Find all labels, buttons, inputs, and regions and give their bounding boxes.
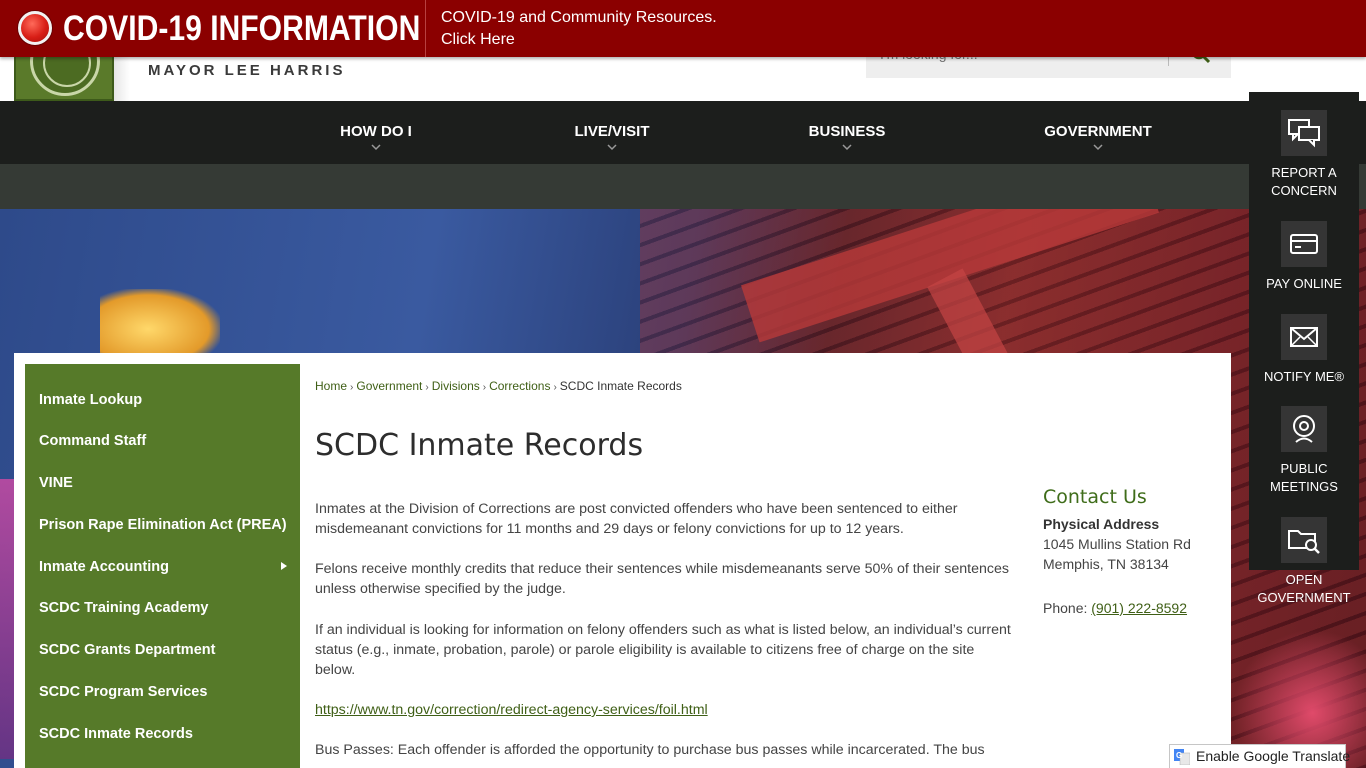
contact-phone: Phone: (901) 222-8592 <box>1043 600 1188 616</box>
contact-address-line1: 1045 Mullins Station Rd <box>1043 536 1191 552</box>
rail-report-concern[interactable]: REPORT A CONCERN <box>1249 110 1359 200</box>
sidebar-item-inmate-accounting[interactable]: Inmate Accounting <box>39 559 169 575</box>
paragraph-bus-passes: Bus Passes: Each offender is afforded th… <box>315 742 985 758</box>
breadcrumb-home[interactable]: Home <box>315 379 347 393</box>
breadcrumb-corrections[interactable]: Corrections <box>489 379 550 393</box>
nav-business[interactable]: BUSINESS <box>797 101 897 164</box>
chevron-down-icon <box>842 144 852 151</box>
sidebar-item-training-academy[interactable]: SCDC Training Academy <box>39 600 208 616</box>
sidebar-item-prea[interactable]: Prison Rape Elimination Act (PREA) <box>39 517 287 533</box>
rail-open-government[interactable]: OPEN GOVERNMENT <box>1249 517 1359 607</box>
rail-notify-me[interactable]: NOTIFY ME® <box>1249 314 1359 386</box>
sub-nav-bar <box>0 164 1366 209</box>
nav-live-visit[interactable]: LIVE/VISIT <box>562 101 662 164</box>
chevron-down-icon <box>607 144 617 151</box>
svg-text:G: G <box>1176 751 1182 760</box>
google-translate-icon: G <box>1174 749 1190 765</box>
contact-phone-link[interactable]: (901) 222-8592 <box>1091 600 1187 616</box>
mail-icon <box>1290 327 1318 347</box>
alert-link-text[interactable]: COVID-19 and Community Resources. <box>441 7 717 29</box>
rail-pay-online[interactable]: PAY ONLINE <box>1249 221 1359 293</box>
nav-how-do-i[interactable]: HOW DO I <box>326 101 426 164</box>
page-title: SCDC Inmate Records <box>315 428 644 463</box>
breadcrumb-divisions[interactable]: Divisions <box>432 379 480 393</box>
folder-search-icon <box>1288 530 1320 554</box>
quick-links-rail: REPORT A CONCERN PAY ONLINE NOTIFY ME® P… <box>1249 92 1359 605</box>
contact-heading: Contact Us <box>1043 486 1147 508</box>
card-icon <box>1290 234 1318 254</box>
nav-government[interactable]: GOVERNMENT <box>1038 101 1158 164</box>
paragraph-intro: Inmates at the Division of Corrections a… <box>315 501 958 537</box>
tn-foil-link[interactable]: https://www.tn.gov/correction/redirect-a… <box>315 702 708 718</box>
main-nav: HOW DO I LIVE/VISIT BUSINESS GOVERNMENT <box>0 101 1366 164</box>
breadcrumb: Home › Government › Divisions › Corrections › SC… <box>315 379 682 393</box>
sidebar-nav: Inmate Lookup Command Staff VINE Prison … <box>25 364 300 768</box>
contact-address-label: Physical Address <box>1043 516 1160 532</box>
sidebar-item-inmate-lookup[interactable]: Inmate Lookup <box>39 392 142 408</box>
sidebar-item-command-staff[interactable]: Command Staff <box>39 433 146 449</box>
breadcrumb-current: SCDC Inmate Records <box>559 379 682 393</box>
rail-public-meetings[interactable]: PUBLIC MEETINGS <box>1249 406 1359 496</box>
sidebar-item-inmate-records[interactable]: SCDC Inmate Records <box>39 726 193 742</box>
paragraph-credits: Felons receive monthly credits that redu… <box>315 561 1009 597</box>
covid-alert-bar[interactable]: COVID-19 INFORMATION COVID-19 and Commun… <box>0 0 1366 57</box>
paragraph-felony-info: If an individual is looking for informat… <box>315 622 1011 678</box>
google-translate-button[interactable]: G Enable Google Translate <box>1169 744 1350 768</box>
sidebar-item-program-services[interactable]: SCDC Program Services <box>39 684 207 700</box>
webcam-icon <box>1293 415 1315 443</box>
chevron-down-icon <box>371 144 381 151</box>
chat-icon <box>1288 119 1320 148</box>
alert-icon <box>18 11 52 45</box>
sidebar-item-vine[interactable]: VINE <box>39 475 73 491</box>
paragraph-link-wrap: https://www.tn.gov/correction/redirect-a… <box>315 700 1015 720</box>
alert-click-here-link[interactable]: Click Here <box>441 29 717 51</box>
submenu-arrow-icon[interactable] <box>281 562 287 570</box>
mayor-name: MAYOR LEE HARRIS <box>148 62 346 79</box>
contact-address-line2: Memphis, TN 38134 <box>1043 556 1169 572</box>
breadcrumb-government[interactable]: Government <box>356 379 422 393</box>
alert-title: COVID-19 INFORMATION <box>63 9 421 48</box>
sidebar-item-grants-department[interactable]: SCDC Grants Department <box>39 642 215 658</box>
chevron-down-icon <box>1093 144 1103 151</box>
